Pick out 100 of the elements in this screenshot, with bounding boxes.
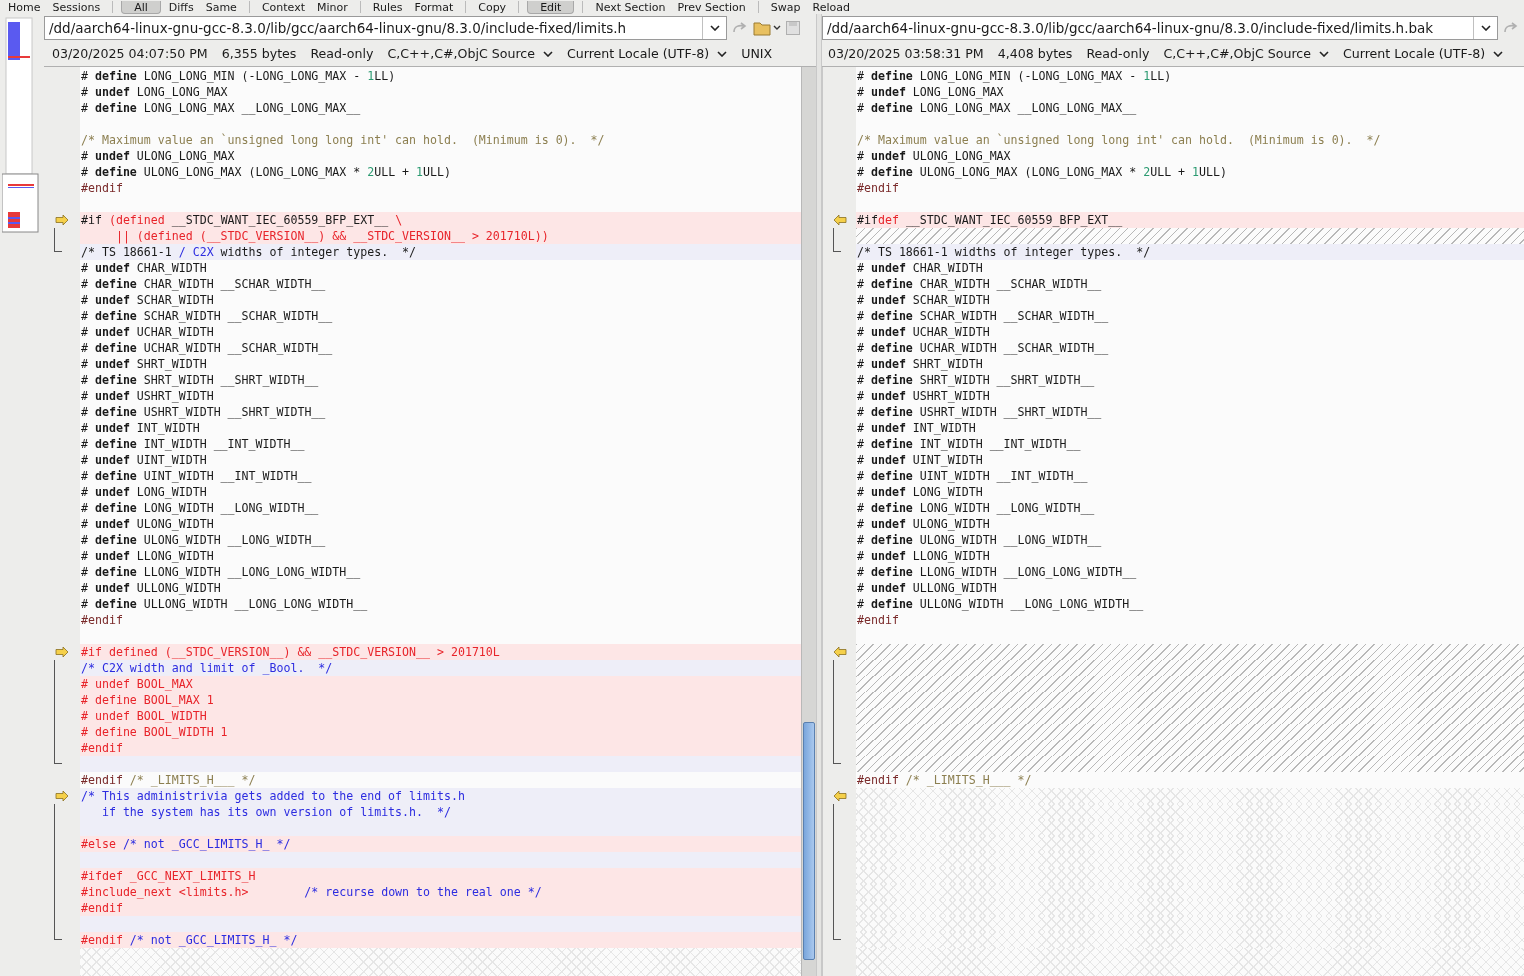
code-line: # undef SCHAR_WIDTH: [856, 292, 991, 308]
toolbar-button[interactable]: Rules: [368, 0, 407, 14]
code-line: # undef INT_WIDTH: [856, 420, 977, 436]
code-line: # undef ULONG_LONG_MAX: [856, 148, 1012, 164]
toolbar-button[interactable]: Home: [4, 0, 45, 14]
code-line: # undef UINT_WIDTH: [856, 452, 984, 468]
code-line: #endif: [80, 180, 124, 196]
line-endings: UNIX: [741, 44, 773, 63]
modified-date: 03/20/2025 03:58:31 PM: [828, 44, 984, 63]
code-line: # define CHAR_WIDTH __SCHAR_WIDTH__: [856, 276, 1103, 292]
toolbar-button[interactable]: Next Section: [591, 0, 670, 14]
section-bracket: [54, 228, 62, 252]
code-line: # define LLONG_WIDTH __LONG_LONG_WIDTH__: [856, 564, 1138, 580]
code-line: # define LONG_WIDTH __LONG_WIDTH__: [80, 500, 320, 516]
code-line: # undef LLONG_WIDTH: [80, 548, 215, 564]
toolbar-button[interactable]: Minor: [313, 0, 352, 14]
encoding-dropdown[interactable]: Current Locale (UTF-8): [1342, 44, 1504, 64]
arrow-left-icon[interactable]: [832, 790, 847, 802]
code-line: # define LONG_LONG_MAX __LONG_LONG_MAX__: [856, 100, 1138, 116]
overview-map-drawing[interactable]: [2, 14, 40, 234]
chevron-down-icon: [709, 25, 720, 31]
arrow-left-icon[interactable]: [832, 214, 847, 226]
toolbar-button[interactable]: Edit: [527, 0, 575, 14]
code-line: # undef LONG_WIDTH: [856, 484, 984, 500]
code-line: # define ULONG_LONG_MAX (LONG_LONG_MAX * 2ULL + 1ULL): [856, 164, 1228, 180]
code-line: # undef CHAR_WIDTH: [80, 260, 208, 276]
code-line: # define SCHAR_WIDTH __SCHAR_WIDTH__: [80, 308, 334, 324]
code-line: # define INT_WIDTH __INT_WIDTH__: [856, 436, 1082, 452]
code-line: # define SCHAR_WIDTH __SCHAR_WIDTH__: [856, 308, 1110, 324]
code-line: #endif: [856, 612, 900, 628]
code-line: # define UINT_WIDTH __INT_WIDTH__: [80, 468, 313, 484]
code-line: # undef ULONG_LONG_MAX: [80, 148, 236, 164]
code-line: # define USHRT_WIDTH __SHRT_WIDTH__: [80, 404, 327, 420]
toolbar-button[interactable]: Swap: [766, 0, 805, 14]
arrow-right-icon[interactable]: [55, 790, 69, 802]
arrow-left-icon[interactable]: [832, 646, 847, 658]
code-line: #endif /* _LIMITS_H___ */: [80, 772, 257, 788]
code-line: # define LLONG_WIDTH __LONG_LONG_WIDTH__: [80, 564, 362, 580]
code-line: # undef SCHAR_WIDTH: [80, 292, 215, 308]
code-line: # undef UINT_WIDTH: [80, 452, 208, 468]
code-line: # define ULONG_WIDTH __LONG_WIDTH__: [80, 532, 327, 548]
chevron-down-icon: [542, 51, 553, 57]
code-line: # undef SHRT_WIDTH: [856, 356, 984, 372]
encoding-dropdown[interactable]: Current Locale (UTF-8): [566, 44, 728, 64]
chevron-down-icon: [1480, 25, 1491, 31]
toolbar-button[interactable]: Diffs: [164, 0, 198, 14]
toolbar-button[interactable]: Sessions: [48, 0, 105, 14]
code-line: # define USHRT_WIDTH __SHRT_WIDTH__: [856, 404, 1103, 420]
toolbar-button[interactable]: Prev Section: [673, 0, 750, 14]
code-line: # undef ULLONG_WIDTH: [80, 580, 222, 596]
toolbar-button[interactable]: Copy: [474, 0, 511, 14]
access-mode: Read-only: [1086, 44, 1150, 63]
path-combobox[interactable]: /dd/aarch64-linux-gnu-gcc-8.3.0/lib/gcc/aarch64-linux-gnu/8.3.0/include-fixed/limits.h.bak: [822, 16, 1498, 40]
code-line: # define UCHAR_WIDTH __SCHAR_WIDTH__: [856, 340, 1110, 356]
toolbar-button[interactable]: Same: [201, 0, 241, 14]
format-dropdown[interactable]: C,C++,C#,ObjC Source: [387, 44, 553, 64]
code-line: # undef ULLONG_WIDTH: [856, 580, 998, 596]
save-icon[interactable]: [785, 20, 801, 36]
toolbar-button[interactable]: Reload: [808, 0, 854, 14]
access-mode: Read-only: [310, 44, 374, 63]
arrow-right-icon[interactable]: [55, 646, 69, 658]
code-line: # define LONG_WIDTH __LONG_WIDTH__: [856, 500, 1096, 516]
code-line: #endif /* _LIMITS_H___ */: [856, 772, 1033, 788]
section-bracket: [833, 228, 841, 252]
code-line: # undef ULONG_WIDTH: [80, 516, 215, 532]
arrow-right-icon[interactable]: [55, 214, 69, 226]
code-line: # define LONG_LONG_MAX __LONG_LONG_MAX__: [80, 100, 362, 116]
code-line: # define ULONG_WIDTH __LONG_WIDTH__: [856, 532, 1103, 548]
toolbar-button[interactable]: All: [121, 0, 161, 14]
folder-icon[interactable]: [753, 20, 781, 36]
splitter-handle[interactable]: [816, 14, 822, 976]
code-line: # undef SHRT_WIDTH: [80, 356, 208, 372]
code-line: # define LONG_LONG_MIN (-LONG_LONG_MAX - 1LL): [80, 68, 397, 84]
code-line: # define LONG_LONG_MIN (-LONG_LONG_MAX - 1LL): [856, 68, 1173, 84]
chevron-down-icon: [1318, 51, 1329, 57]
code-line: # undef LONG_LONG_MAX: [856, 84, 1005, 100]
code-line: # define SHRT_WIDTH __SHRT_WIDTH__: [856, 372, 1096, 388]
code-line: # define UINT_WIDTH __INT_WIDTH__: [856, 468, 1089, 484]
code-line: # undef LONG_LONG_MAX: [80, 84, 229, 100]
format-dropdown[interactable]: C,C++,C#,ObjC Source: [1163, 44, 1329, 64]
code-line: # undef USHRT_WIDTH: [80, 388, 215, 404]
file-size: 4,408 bytes: [997, 44, 1073, 63]
modified-date: 03/20/2025 04:07:50 PM: [52, 44, 208, 63]
scrollbar-track[interactable]: [801, 67, 816, 976]
code-line: # define UCHAR_WIDTH __SCHAR_WIDTH__: [80, 340, 334, 356]
path-combobox[interactable]: /dd/aarch64-linux-gnu-gcc-8.3.0/lib/gcc/aarch64-linux-gnu/8.3.0/include-fixed/limits.h: [44, 16, 727, 40]
code-line: #endif: [856, 180, 900, 196]
chevron-down-icon: [1493, 51, 1504, 57]
code-line: # undef UCHAR_WIDTH: [856, 324, 991, 340]
code-line: /* Maximum value an `unsigned long long int' can hold. (Minimum is 0). */: [856, 132, 1382, 148]
scrollbar-thumb[interactable]: [803, 722, 815, 960]
code-line: # define ULLONG_WIDTH __LONG_LONG_WIDTH__: [80, 596, 369, 612]
code-line: # undef LONG_WIDTH: [80, 484, 208, 500]
code-line: /* Maximum value an `unsigned long long int' can hold. (Minimum is 0). */: [80, 132, 606, 148]
toolbar-button[interactable]: Context: [257, 0, 309, 14]
code-line: # define ULLONG_WIDTH __LONG_LONG_WIDTH__: [856, 596, 1145, 612]
code-line: # define SHRT_WIDTH __SHRT_WIDTH__: [80, 372, 320, 388]
toolbar-button[interactable]: Format: [410, 0, 458, 14]
chevron-down-icon: [717, 51, 728, 57]
code-line: # define CHAR_WIDTH __SCHAR_WIDTH__: [80, 276, 327, 292]
